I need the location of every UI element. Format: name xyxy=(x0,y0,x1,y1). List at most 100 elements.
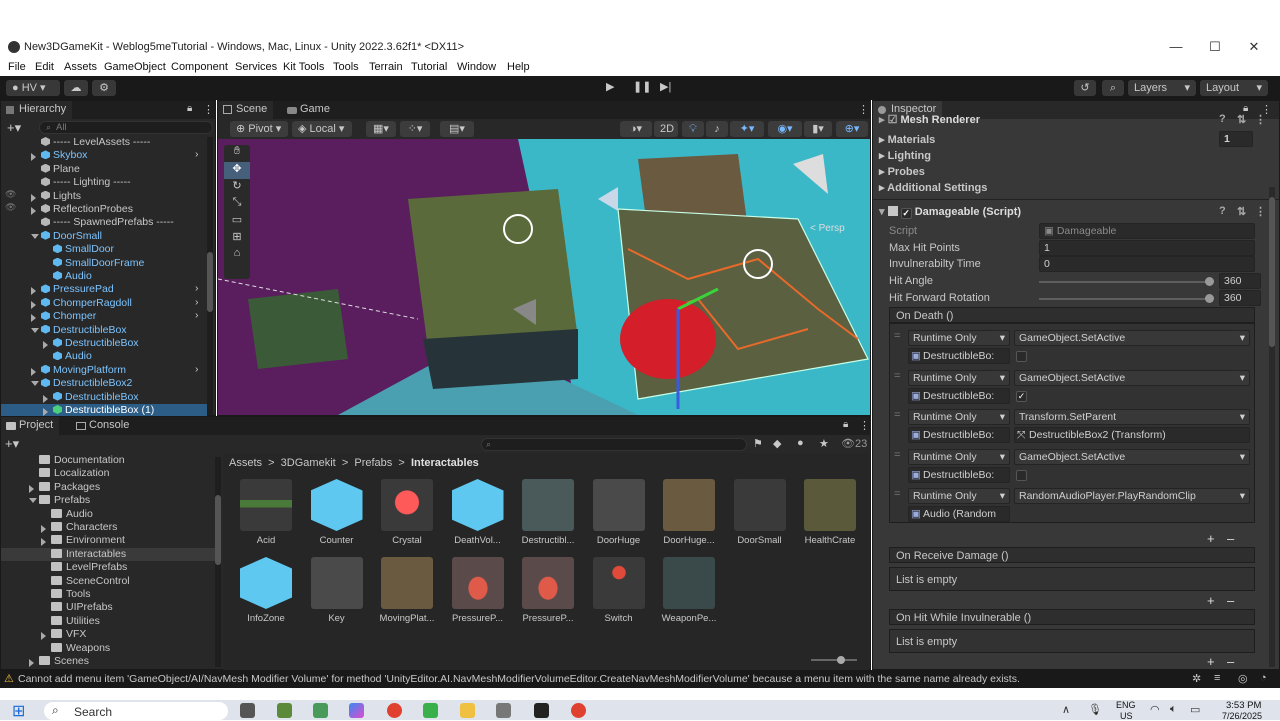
damageable-header[interactable]: ▾ ✓ Damageable (Script) ? ⇅ ⋮ xyxy=(879,205,1267,219)
function-dropdown[interactable]: GameObject.SetActive ▾ xyxy=(1014,330,1250,346)
hierarchy-item[interactable]: DestructibleBox2 xyxy=(1,377,207,390)
remove-listener-button[interactable]: – xyxy=(1227,531,1234,546)
open-prefab-icon[interactable]: › xyxy=(195,363,199,375)
asset-item[interactable]: Counter xyxy=(306,479,368,546)
filter-type-icon[interactable]: ⚑ xyxy=(753,437,763,450)
hierarchy-scrollbar[interactable] xyxy=(207,137,213,415)
foldout-lighting[interactable]: ▸ Lighting xyxy=(879,149,1267,162)
hierarchy-item[interactable]: MovingPlatform › xyxy=(1,363,207,377)
clock-time[interactable]: 3:53 PM xyxy=(1226,700,1261,711)
runtime-mode-dropdown[interactable]: Runtime Only ▾ xyxy=(908,488,1010,504)
task-view-icon[interactable] xyxy=(240,703,255,718)
folder-tree-item[interactable]: LevelPrefabs xyxy=(1,561,215,574)
folder-tree-item[interactable]: Documentation xyxy=(1,454,215,467)
visibility-eye-icon[interactable]: 👁︎ xyxy=(5,202,16,213)
chrome-icon-2[interactable] xyxy=(571,703,586,718)
hierarchy-item[interactable]: Chomper › xyxy=(1,309,207,323)
collapse-arrow-icon[interactable] xyxy=(29,498,37,504)
more-menu-icon[interactable]: ⋮ xyxy=(203,103,214,116)
target-object-field[interactable]: ▣ Audio (Random xyxy=(908,506,1010,522)
hierarchy-item[interactable]: Plane xyxy=(1,163,207,176)
function-dropdown[interactable]: Transform.SetParent ▾ xyxy=(1014,409,1250,425)
add-listener-button[interactable]: + xyxy=(1207,654,1215,669)
asset-item[interactable]: WeaponPe... xyxy=(658,557,720,624)
expand-arrow-icon[interactable] xyxy=(31,314,36,323)
folder-tree-item[interactable]: Scenes xyxy=(1,655,215,668)
expand-arrow-icon[interactable] xyxy=(41,525,46,533)
lighting-toggle-icon[interactable]: 💡︎ xyxy=(682,121,704,137)
unity-hub-icon[interactable] xyxy=(534,703,549,718)
hit-angle-slider-knob[interactable] xyxy=(1205,277,1214,286)
visibility-eye-icon[interactable]: 👁︎ xyxy=(5,189,16,200)
file-explorer-icon[interactable] xyxy=(460,703,475,718)
component-menu-icon[interactable]: ⋮ xyxy=(1255,113,1266,126)
expand-arrow-icon[interactable] xyxy=(29,484,34,493)
hierarchy-item[interactable]: DestructibleBox (1) xyxy=(1,404,207,416)
function-dropdown[interactable]: GameObject.SetActive ▾ xyxy=(1014,448,1250,465)
expand-arrow-icon[interactable] xyxy=(31,207,36,215)
mode-2d-button[interactable]: 2D xyxy=(654,121,678,137)
asset-item[interactable]: Acid xyxy=(235,479,297,546)
expand-arrow-icon[interactable] xyxy=(41,632,46,641)
inspector-scrollbar[interactable] xyxy=(1269,187,1275,667)
minimize-button[interactable]: — xyxy=(1166,39,1186,55)
local-dropdown[interactable]: ◈ Local ▾ xyxy=(292,121,352,137)
minecraft-icon[interactable] xyxy=(277,703,292,718)
invuln-input[interactable]: 0 xyxy=(1039,256,1255,272)
asset-item[interactable]: HealthCrate xyxy=(799,479,861,546)
pivot-dropdown[interactable]: ⊕ Pivot ▾ xyxy=(230,121,288,137)
menu-file[interactable]: File xyxy=(8,61,26,73)
layers-dropdown[interactable]: Layers ▾ xyxy=(1128,80,1196,96)
expand-arrow-icon[interactable] xyxy=(31,300,36,309)
folder-tree-item[interactable]: Tools xyxy=(1,588,215,601)
chrome-icon[interactable] xyxy=(387,703,402,718)
runtime-mode-dropdown[interactable]: Runtime Only ▾ xyxy=(908,409,1010,425)
foldout-materials[interactable]: ▸ Materials 1 xyxy=(879,131,1267,147)
preset-icon[interactable]: ⇅ xyxy=(1237,205,1246,218)
language-indicator[interactable]: ENG xyxy=(1116,700,1136,710)
breadcrumb-prefabs[interactable]: Prefabs xyxy=(354,457,392,469)
asset-item[interactable]: Crystal xyxy=(376,479,438,546)
bool-argument-checkbox[interactable] xyxy=(1016,469,1027,481)
hierarchy-item[interactable]: DoorSmall xyxy=(1,230,207,243)
drag-handle-icon[interactable]: = xyxy=(894,488,900,500)
mesh-renderer-header[interactable]: ▸ ☑ Mesh Renderer ? ⇅ ⋮ xyxy=(879,113,1267,126)
rotate-tool-icon[interactable]: ↻ xyxy=(224,179,250,196)
notification-icon[interactable]: ◔ xyxy=(1260,672,1267,684)
bool-argument-checkbox[interactable]: ✓ xyxy=(1016,390,1027,402)
collapse-arrow-icon[interactable] xyxy=(31,233,39,239)
custom-tool-icon[interactable]: ⌂ xyxy=(224,247,250,264)
collapse-arrow-icon[interactable] xyxy=(31,381,39,387)
gizmos-icon[interactable]: ⊕▾ xyxy=(836,121,868,137)
hand-tool-icon[interactable]: ✋︎ xyxy=(224,145,250,162)
tray-chevron-icon[interactable]: ∧ xyxy=(1062,703,1070,716)
tab-hierarchy[interactable]: Hierarchy xyxy=(1,101,73,119)
cache-icon[interactable]: ◎ xyxy=(1238,672,1248,685)
more-menu-icon[interactable]: ⋮ xyxy=(858,103,869,116)
asset-item[interactable]: DoorHuge xyxy=(588,479,650,546)
bool-argument-checkbox[interactable] xyxy=(1016,351,1027,362)
target-object-field[interactable]: ▣ DestructibleBo: xyxy=(908,466,1010,483)
breadcrumb-interactables[interactable]: Interactables xyxy=(411,457,479,469)
help-icon[interactable]: ? xyxy=(1219,205,1226,217)
menu-gameobject[interactable]: GameObject xyxy=(104,61,166,73)
expand-arrow-icon[interactable] xyxy=(31,367,36,376)
account-dropdown[interactable]: ● HV ▾ xyxy=(6,80,60,96)
asset-item[interactable]: PressureP... xyxy=(517,557,579,624)
favorite-icon[interactable]: ★ xyxy=(819,437,829,450)
menu-tutorial[interactable]: Tutorial xyxy=(411,61,447,73)
pause-button[interactable]: ❚❚ xyxy=(633,80,651,93)
menu-tools[interactable]: Tools xyxy=(333,61,359,73)
hit-angle-slider[interactable] xyxy=(1039,281,1211,283)
hierarchy-item[interactable]: Lights xyxy=(1,190,207,203)
breadcrumb-3dgamekit[interactable]: 3DGamekit xyxy=(281,457,336,469)
microphone-icon[interactable]: 🎙︎ xyxy=(1088,703,1102,716)
hierarchy-item[interactable]: Audio xyxy=(1,270,207,283)
add-listener-button[interactable]: + xyxy=(1207,531,1215,546)
remove-listener-button[interactable]: – xyxy=(1227,593,1234,608)
filter-label-icon[interactable]: ◆ xyxy=(773,437,781,450)
asset-item[interactable]: DoorHuge... xyxy=(658,479,720,546)
hierarchy-item[interactable]: Audio xyxy=(1,350,207,363)
shading-mode-icon[interactable]: ◑▾ xyxy=(620,121,652,137)
menu-assets[interactable]: Assets xyxy=(64,61,97,73)
